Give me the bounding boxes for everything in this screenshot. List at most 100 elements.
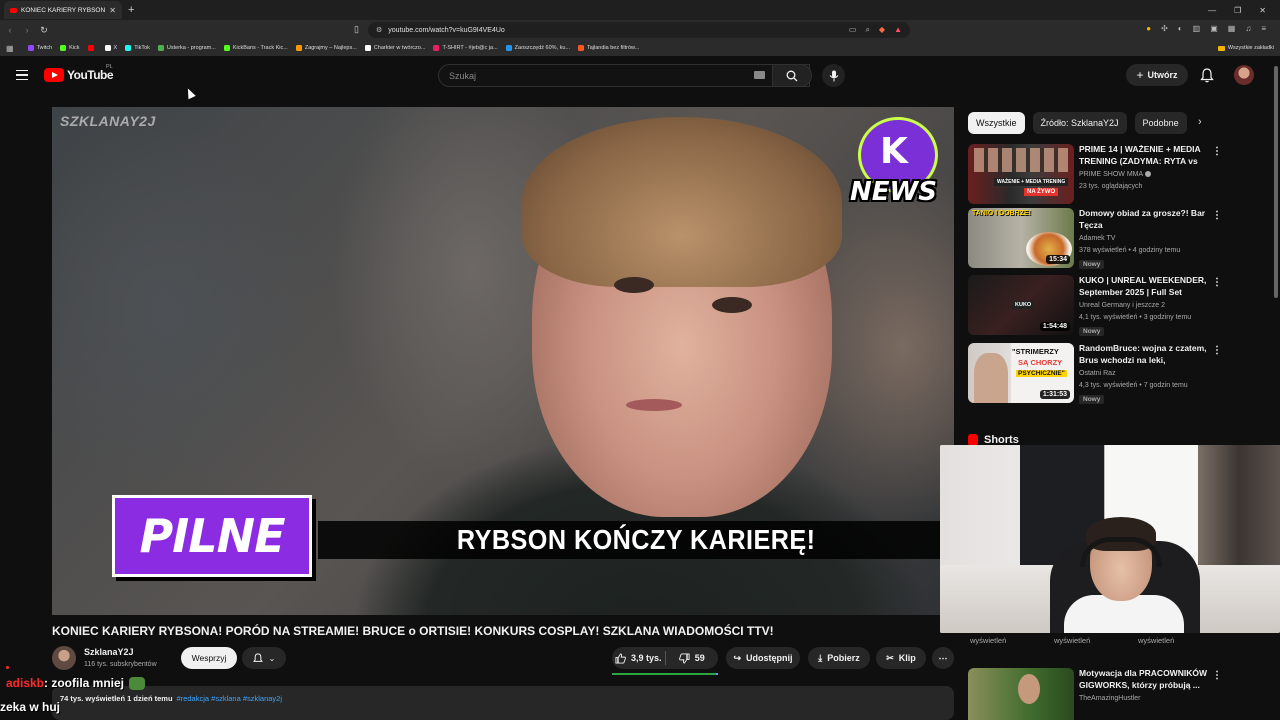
bookmark-item[interactable]: Zaoszczędź 60%, ku... [505, 45, 570, 51]
menu-icon[interactable] [16, 70, 28, 80]
recommendation-channel[interactable]: TheAmazingHustler [1079, 695, 1140, 702]
recommendation-item[interactable]: KUKO 1:54:48 KUKO | UNREAL WEEKENDER, Se… [968, 275, 1224, 336]
bookmark-item[interactable]: T-SHIRT - #jeb@c ja... [433, 45, 498, 51]
create-button[interactable]: + Utwórz [1126, 64, 1188, 86]
channel-avatar[interactable] [52, 646, 76, 670]
new-tab-icon[interactable]: + [128, 4, 134, 16]
recommendation-item[interactable]: TANIO I DOBRZE! 15:34 Domowy obiad za gr… [968, 208, 1224, 269]
bookmark-item[interactable]: Twitch [27, 45, 52, 51]
more-vertical-icon[interactable]: ⋮ [1212, 670, 1222, 681]
recommendation-title[interactable]: KUKO | UNREAL WEEKENDER, September 2025 … [1079, 275, 1207, 298]
extension-sidebar-icon[interactable]: ▥ [1193, 24, 1201, 33]
notification-settings-button[interactable]: ⌄ [242, 647, 286, 669]
browser-tabstrip: KONIEC KARIERY RYBSONA! ✕ + — ❐ ✕ [0, 0, 1280, 20]
install-icon[interactable]: ▭ [849, 25, 857, 35]
all-bookmarks-label: Wszystkie zakładki [1227, 45, 1274, 51]
forward-icon[interactable]: › [20, 25, 34, 35]
back-icon[interactable]: ‹ [3, 25, 17, 35]
more-vertical-icon[interactable]: ⋮ [1212, 146, 1222, 157]
clip-label: Klip [898, 653, 916, 663]
maximize-icon[interactable]: ❐ [1234, 6, 1241, 15]
bookmark-item[interactable]: Usterka - program... [157, 45, 216, 51]
like-button[interactable]: 3,9 tys. [612, 652, 665, 664]
voice-search-button[interactable] [822, 64, 845, 87]
recommendation-title[interactable]: PRIME 14 | WAŻENIE + MEDIA TRENING (ZADY… [1079, 144, 1207, 167]
recommendation-item[interactable]: Motywacja dla PRACOWNIKÓW GIGWORKS, któr… [968, 668, 1224, 720]
filter-chip[interactable]: Źródło: SzklanaY2J [1032, 112, 1127, 134]
bookmark-item[interactable]: Kick [60, 45, 80, 51]
rewards-icon[interactable]: ▲ [894, 25, 902, 35]
more-vertical-icon[interactable]: ⋮ [1212, 345, 1222, 356]
video-thumbnail[interactable] [968, 668, 1074, 720]
search-button[interactable] [772, 64, 812, 87]
video-thumbnail[interactable]: WAŻENIE + MEDIA TRENING NA ŻYWO [968, 144, 1074, 204]
bookmark-item[interactable]: KickBans - Track Kic... [223, 45, 288, 51]
clip-button[interactable]: ✂ Klip [876, 647, 926, 669]
close-tab-icon[interactable]: ✕ [109, 6, 116, 15]
filter-chip[interactable]: Wszystkie [968, 112, 1025, 134]
youtube-logo[interactable]: YouTube PL [44, 64, 114, 82]
video-thumbnail[interactable]: KUKO 1:54:48 [968, 275, 1074, 335]
recommendation-title[interactable]: Domowy obiad za grosze?! Bar Tęcza [1079, 208, 1207, 231]
chevron-right-icon[interactable]: › [1198, 116, 1202, 128]
support-button[interactable]: Wesprzyj [181, 647, 237, 669]
more-actions-button[interactable]: ⋯ [932, 647, 954, 669]
description-tags[interactable]: #redakcja #szklana #szklanay2j [177, 694, 282, 703]
recommendation-item[interactable]: "STRIMERZY SĄ CHORZY PSYCHICZNIE" 1:31:5… [968, 343, 1224, 404]
apps-grid-icon[interactable]: ▦ [6, 44, 14, 53]
extension-toggle-icon[interactable]: ◐ [1178, 24, 1183, 33]
extension-dashboard-icon[interactable]: ▦ [1228, 24, 1236, 33]
thumbs-up-icon [615, 652, 626, 664]
reload-icon[interactable]: ↻ [37, 25, 51, 36]
browser-tab-active[interactable]: KONIEC KARIERY RYBSONA! ✕ [4, 1, 122, 19]
download-icon: ⤓ [818, 652, 823, 663]
bookmark-item[interactable]: Charkter w twórczo... [364, 45, 425, 51]
recommendation-title[interactable]: RandomBruce: wojna z czatem, Brus wchodz… [1079, 343, 1207, 366]
bookmark-item[interactable]: Zagrajmy – Najleps... [295, 45, 357, 51]
video-thumbnail[interactable]: TANIO I DOBRZE! 15:34 [968, 208, 1074, 268]
bookmark-item[interactable]: Tajlandia bez filtrów... [578, 45, 639, 51]
scrollbar-thumb[interactable] [1274, 66, 1278, 298]
extension-puzzle-icon[interactable]: ✣ [1161, 24, 1168, 33]
zoom-icon[interactable]: ⌕ [865, 25, 869, 35]
description-box[interactable]: 74 tys. wyświetleń 1 dzień temu #redakcja… [52, 686, 954, 720]
address-bar[interactable]: ⚙ youtube.com/watch?v=kuG9I4VE4Uo ▭ ⌕ ◆ … [368, 22, 910, 38]
recommendation-channel[interactable]: Unreal Germany i jeszcze 2 [1079, 302, 1165, 309]
bookmark-item[interactable]: X [104, 45, 117, 51]
video-thumbnail[interactable]: "STRIMERZY SĄ CHORZY PSYCHICZNIE" 1:31:5… [968, 343, 1074, 403]
filter-chip[interactable]: Podobne [1134, 112, 1187, 134]
headline-banner: RYBSON KOŃCZY KARIERĘ! [318, 521, 954, 559]
search-input[interactable]: Szukaj [438, 64, 810, 87]
recommendation-channel[interactable]: Ostatni Raz [1079, 370, 1116, 377]
dislike-button[interactable]: 59 [666, 652, 719, 664]
address-bar-actions: ▭ ⌕ ◆ ▲ [849, 25, 910, 35]
close-window-icon[interactable]: ✕ [1259, 6, 1266, 15]
browser-menu-icon[interactable]: ≡ [1261, 24, 1266, 33]
more-vertical-icon[interactable]: ⋮ [1212, 210, 1222, 221]
keyboard-icon[interactable] [754, 71, 765, 79]
live-badge: NA ŻYWO [1024, 188, 1059, 196]
bookmark-item[interactable] [87, 45, 97, 51]
recommendation-item[interactable]: WAŻENIE + MEDIA TRENING NA ŻYWO PRIME 14… [968, 144, 1224, 204]
site-info-icon[interactable]: ⚙ [376, 26, 382, 34]
media-controls-icon[interactable]: ♫ [1245, 24, 1251, 33]
all-bookmarks-button[interactable]: Wszystkie zakładki [1217, 45, 1274, 51]
shield-icon[interactable]: ◆ [879, 25, 885, 35]
user-avatar[interactable] [1234, 65, 1254, 85]
video-player[interactable]: SZKLANAY2J K NEWS PILNE RYBSON KOŃCZY KA… [52, 107, 954, 615]
channel-name[interactable]: SzklanaY2J [84, 647, 134, 657]
download-button[interactable]: ⤓ Pobierz [808, 647, 870, 669]
more-vertical-icon[interactable]: ⋮ [1212, 277, 1222, 288]
recommendation-title[interactable]: Motywacja dla PRACOWNIKÓW GIGWORKS, któr… [1079, 668, 1207, 691]
bookmark-item[interactable]: TikTok [125, 45, 150, 51]
recommendation-channel[interactable]: PRIME SHOW MMA [1079, 171, 1152, 178]
extension-coin-icon[interactable]: ● [1146, 24, 1151, 33]
bookmark-icon[interactable]: ▯ [354, 24, 359, 35]
share-button[interactable]: ↪ Udostępnij [726, 647, 800, 669]
minimize-icon[interactable]: — [1208, 6, 1216, 15]
tab-title: KONIEC KARIERY RYBSONA! [21, 6, 106, 14]
bell-icon [252, 652, 263, 662]
recommendation-channel[interactable]: Adamek TV [1079, 235, 1115, 242]
notifications-bell-icon[interactable] [1200, 68, 1214, 83]
extension-wallet-icon[interactable]: ▣ [1210, 24, 1218, 33]
